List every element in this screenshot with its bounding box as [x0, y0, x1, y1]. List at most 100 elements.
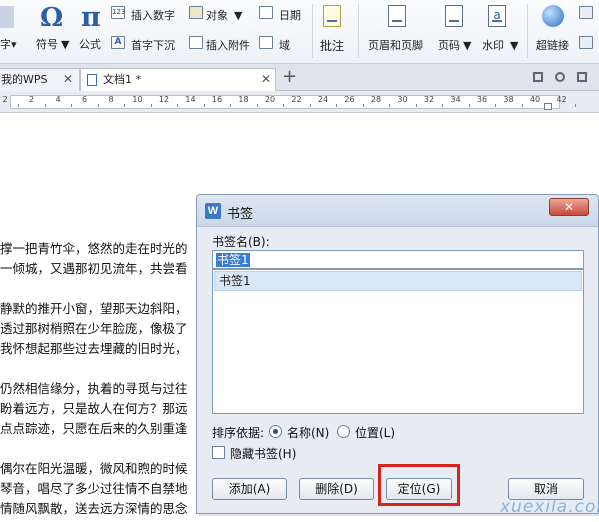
- ruler-tick: [442, 104, 444, 107]
- sort-by-label: 排序依据:: [212, 426, 265, 440]
- ruler-tick: [574, 104, 576, 107]
- ruler-tick: [468, 104, 470, 107]
- window-layout-icon[interactable]: [533, 72, 543, 82]
- calendar-icon[interactable]: [259, 6, 273, 19]
- cross-reference-icon[interactable]: [579, 36, 593, 49]
- ruler-number: 34: [450, 95, 461, 104]
- ruler-number: 2: [2, 95, 8, 104]
- drop-cap-icon[interactable]: A: [111, 36, 125, 49]
- share-icon[interactable]: [577, 72, 587, 82]
- globe-icon[interactable]: [542, 5, 564, 27]
- chevron-down-icon[interactable]: ▼: [61, 38, 69, 51]
- bookmark-icon[interactable]: [579, 6, 593, 19]
- plus-icon[interactable]: +: [282, 66, 297, 87]
- ruler-number: 2: [28, 95, 35, 104]
- indent-marker-icon[interactable]: [544, 103, 552, 110]
- pi-icon[interactable]: π: [81, 2, 101, 33]
- ruler-number: 32: [423, 95, 435, 104]
- chevron-down-icon[interactable]: ▼: [234, 9, 242, 22]
- ruler-tick: [415, 104, 417, 107]
- watermark-icon[interactable]: a: [488, 5, 506, 27]
- insert-number-button[interactable]: 插入数字: [131, 7, 175, 23]
- first-char-sink-button[interactable]: 首字下沉: [131, 37, 175, 53]
- document-tab-bar: 我的WPS ✕ 文档1 * ✕ +: [0, 64, 599, 91]
- sort-by-name-label[interactable]: 名称(N): [287, 424, 329, 441]
- ruler-tick: [150, 104, 152, 107]
- ruler-tick: [256, 104, 258, 107]
- ribbon-separator: [527, 4, 528, 58]
- selected-name-text: 书签1: [216, 253, 250, 267]
- omega-icon[interactable]: Ω: [40, 3, 63, 33]
- watermark-button[interactable]: 水印: [482, 37, 504, 53]
- bookmark-list-item[interactable]: 书签1: [214, 271, 582, 291]
- page-number-icon[interactable]: [445, 5, 463, 27]
- bookmark-name-label: 书签名(B):: [212, 235, 270, 249]
- ruler-number: 6: [81, 95, 88, 104]
- add-button[interactable]: 添加(A): [212, 478, 287, 500]
- paragraph-line: 盼着远方，只是故人在何方？那远: [0, 401, 188, 416]
- paragraph-line: 仍然相信缘分，执着的寻觅与过往: [0, 381, 188, 396]
- ruler-tick: [230, 104, 232, 107]
- ribbon-separator: [312, 4, 313, 58]
- paragraph-line: 透过那树梢照在少年脸庞，像极了: [0, 321, 188, 336]
- number-icon[interactable]: 123: [111, 6, 125, 19]
- dialog-title: 书签: [227, 207, 254, 222]
- tab-label: 我的WPS: [1, 73, 48, 86]
- horizontal-ruler[interactable]: 2 2 4 6 8 10 12 14 16 18 20 22 24 26 28 30 32 34 36 38 40 42: [0, 91, 599, 113]
- field-icon[interactable]: [259, 36, 273, 49]
- dialog-close-button[interactable]: ✕: [549, 198, 589, 216]
- comment-icon[interactable]: [323, 5, 341, 27]
- ruler-number: 8: [108, 95, 114, 104]
- hyperlink-button[interactable]: 超链接: [536, 37, 569, 53]
- close-icon[interactable]: ✕: [261, 69, 271, 90]
- dialog-title-bar[interactable]: W 书签 ✕: [197, 195, 598, 227]
- paragraph-line: 偶尔在阳光温暖，微风和煦的时候: [0, 461, 188, 476]
- annotate-button[interactable]: 批注: [320, 37, 344, 54]
- header-footer-icon[interactable]: [388, 5, 406, 27]
- date-button[interactable]: 日期: [279, 7, 301, 23]
- field-button[interactable]: 域: [279, 37, 290, 53]
- ruler-tick: [309, 104, 311, 107]
- ruler-tick: [495, 104, 497, 107]
- paperclip-icon[interactable]: [189, 36, 203, 49]
- bookmark-dialog: W 书签 ✕ 书签名(B): 书签1 书签1 排序依据: 名称(N) 位置(L)…: [196, 194, 599, 514]
- tab-my-wps[interactable]: 我的WPS ✕: [0, 68, 80, 91]
- bookmark-name-input[interactable]: 书签1: [212, 250, 584, 269]
- ruler-tick: [283, 104, 285, 107]
- close-icon[interactable]: ✕: [63, 69, 73, 90]
- bookmark-list[interactable]: 书签1: [212, 269, 584, 414]
- page-number-button[interactable]: 页码: [438, 37, 460, 53]
- font-icon[interactable]: [0, 6, 14, 28]
- chevron-down-icon[interactable]: ▼: [463, 39, 471, 52]
- header-footer-button[interactable]: 页眉和页脚: [368, 37, 423, 53]
- document-icon: [87, 74, 97, 86]
- paragraph-line: 点点踪迹，只愿在后来的久别重逢: [0, 421, 188, 436]
- hidden-bookmarks-label[interactable]: 隐藏书签(H): [230, 445, 296, 462]
- insert-attachment-button[interactable]: 插入附件: [206, 37, 250, 53]
- ruler-number: 16: [211, 95, 223, 104]
- ruler-tick: [71, 104, 73, 107]
- ruler-tick: [18, 104, 20, 107]
- ruler-number: 4: [55, 95, 61, 104]
- delete-button[interactable]: 删除(D): [299, 478, 374, 500]
- formula-button[interactable]: 公式: [79, 36, 101, 52]
- ruler-tick: [203, 104, 205, 107]
- sync-icon[interactable]: [555, 72, 565, 82]
- hidden-bookmarks-checkbox[interactable]: [212, 446, 225, 459]
- symbol-button[interactable]: 符号: [36, 36, 58, 52]
- ruler-tick: [336, 104, 338, 107]
- tab-document-1[interactable]: 文档1 * ✕: [80, 68, 276, 91]
- ruler-number: 42: [556, 95, 567, 104]
- object-icon[interactable]: [189, 6, 203, 19]
- ruler-tick: [124, 104, 126, 107]
- partial-font-label[interactable]: 字▾: [0, 36, 17, 52]
- ribbon-toolbar: 字▾ Ω 符号 ▼ π 公式 123 插入数字 A 首字下沉 对象 ▼ 插入附件…: [0, 0, 599, 64]
- object-button[interactable]: 对象: [206, 7, 228, 23]
- ruler-number: 24: [317, 95, 329, 104]
- chevron-down-icon[interactable]: ▼: [510, 39, 518, 52]
- sort-by-name-radio[interactable]: [269, 425, 282, 438]
- sort-by-position-radio[interactable]: [337, 425, 350, 438]
- sort-by-position-label[interactable]: 位置(L): [355, 424, 395, 441]
- ruler-number: 20: [264, 95, 276, 104]
- paragraph-line: 我怀想起那些过去埋藏的旧时光，: [0, 341, 188, 356]
